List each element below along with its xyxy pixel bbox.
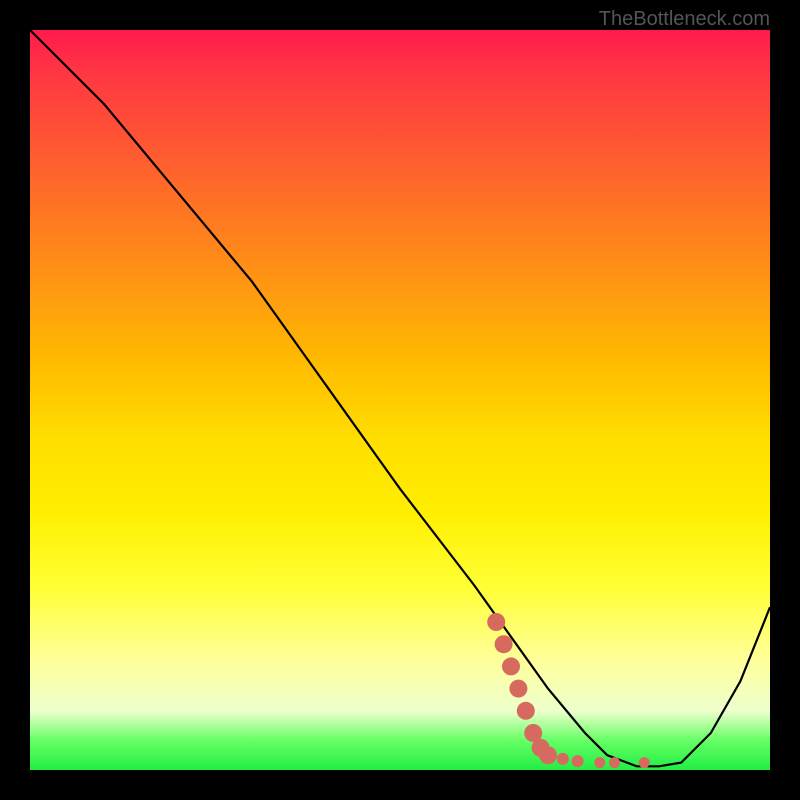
marker-dot (639, 757, 650, 768)
marker-dot (557, 753, 569, 765)
marker-dot (539, 746, 557, 764)
marker-dot (609, 757, 620, 768)
marker-dot (517, 702, 535, 720)
marker-dot (495, 635, 513, 653)
plot-area (30, 30, 770, 770)
marker-dot (487, 613, 505, 631)
marker-dot (594, 757, 605, 768)
chart-container: TheBottleneck.com (0, 0, 800, 800)
marker-dot (572, 755, 584, 767)
chart-svg (30, 30, 770, 770)
curve-line (30, 30, 770, 766)
watermark-text: TheBottleneck.com (599, 8, 770, 31)
marker-dot (502, 657, 520, 675)
marker-dot (509, 680, 527, 698)
